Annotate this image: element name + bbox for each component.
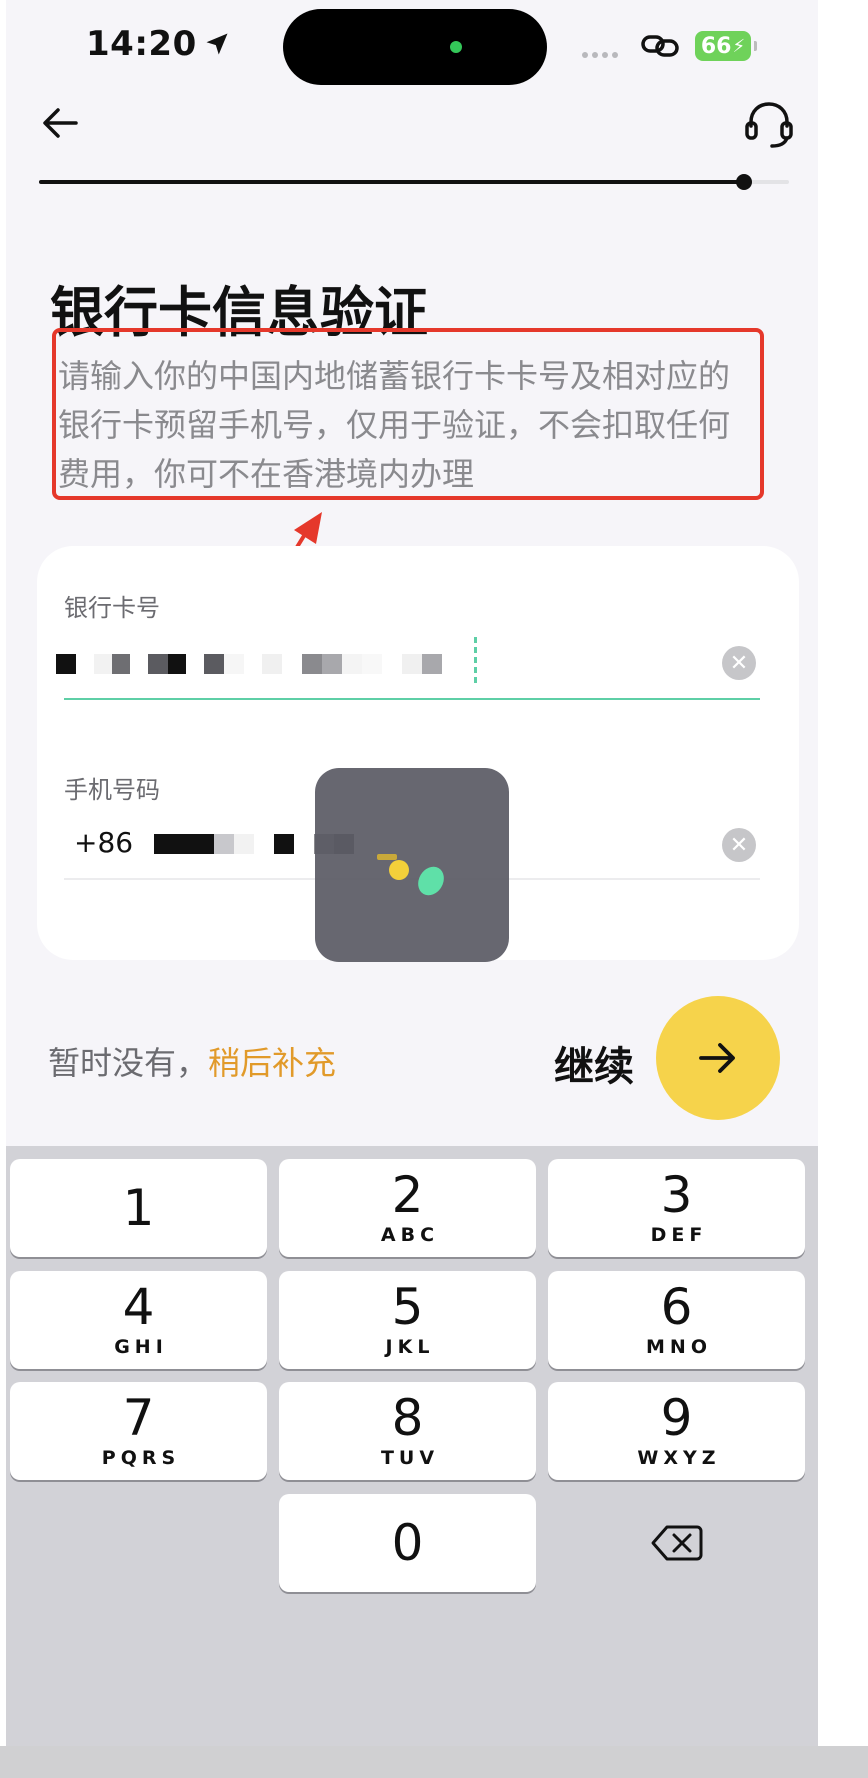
key-digit: 3 [660,1166,693,1224]
key-3[interactable]: 3 DEF [548,1159,805,1257]
key-digit: 0 [391,1514,424,1572]
key-letters: JKL [385,1336,435,1358]
key-5[interactable]: 5 JKL [279,1271,536,1369]
delete-key[interactable] [548,1494,805,1592]
loader-dot-green [413,862,449,900]
key-digit: 6 [660,1278,693,1336]
charging-bolt-icon: ⚡ [732,35,746,57]
key-digit: 8 [391,1389,424,1447]
backspace-icon [651,1525,702,1561]
description-text: 请输入你的中国内地储蓄银行卡卡号及相对应的银行卡预留手机号，仅用于验证，不会扣取… [52,328,764,500]
key-0[interactable]: 0 [279,1494,536,1592]
key-letters: GHI [114,1336,168,1358]
key-letters: WXYZ [637,1447,721,1469]
key-letters: TUV [380,1447,440,1469]
key-digit: 4 [122,1278,155,1336]
key-digit: 1 [122,1179,155,1237]
skip-row: 暂时没有，稍后补充 [48,1038,336,1084]
back-button[interactable] [36,98,86,148]
progress-fill [39,180,744,184]
country-code[interactable]: +86 [74,826,133,859]
skip-prefix: 暂时没有， [48,1044,209,1082]
time-text: 14:20 [86,24,197,64]
status-time: 14:20 [86,24,231,64]
key-digit: 2 [391,1166,424,1224]
key-letters: PQRS [101,1447,181,1469]
key-letters: MNO [646,1336,712,1358]
app-screen: 14:20 66 ⚡ 银行卡信息验证 请输入你的中国内地储蓄银行卡卡号及相对应的… [6,0,818,1778]
headset-icon[interactable] [741,96,797,152]
key-letters: DEF [650,1224,708,1246]
card-number-underline [64,698,760,700]
battery-indicator: 66 ⚡ [695,31,757,61]
key-7[interactable]: 7 PQRS [10,1382,267,1480]
add-later-link[interactable]: 稍后补充 [208,1044,336,1082]
key-digit: 7 [122,1389,155,1447]
key-9[interactable]: 9 WXYZ [548,1382,805,1480]
link-icon [641,35,679,57]
phone-number-label: 手机号码 [64,776,160,804]
clear-icon: ✕ [729,832,749,858]
continue-button[interactable] [656,996,780,1120]
key-6[interactable]: 6 MNO [548,1271,805,1369]
key-2[interactable]: 2 ABC [279,1159,536,1257]
loading-indicator [315,768,509,962]
text-cursor [474,637,477,685]
numeric-keypad: 1 2 ABC 3 DEF 4 GHI 5 JKL 6 MNO 7 PQRS 8… [6,1146,818,1746]
progress-knob [736,174,752,190]
battery-level: 66 [700,33,732,59]
clear-card-number-button[interactable]: ✕ [722,646,756,680]
arrow-right-icon [699,1043,735,1073]
location-arrow-icon [206,33,228,55]
key-4[interactable]: 4 GHI [10,1271,267,1369]
key-1[interactable]: 1 [10,1159,267,1257]
key-digit: 9 [660,1389,693,1447]
key-8[interactable]: 8 TUV [279,1382,536,1480]
signal-icon [582,52,618,58]
clear-phone-number-button[interactable]: ✕ [722,828,756,862]
bottom-edge [0,1746,868,1778]
key-digit: 5 [391,1278,424,1336]
loader-dot-yellow [389,860,409,880]
card-number-input[interactable] [56,654,442,674]
dynamic-island [283,9,547,85]
loader-bar [377,854,397,860]
continue-label[interactable]: 继续 [554,1034,634,1092]
progress-bar [39,174,789,190]
card-number-label: 银行卡号 [64,594,160,622]
camera-indicator-dot [450,41,462,53]
key-letters: ABC [380,1224,440,1246]
clear-icon: ✕ [729,650,749,676]
